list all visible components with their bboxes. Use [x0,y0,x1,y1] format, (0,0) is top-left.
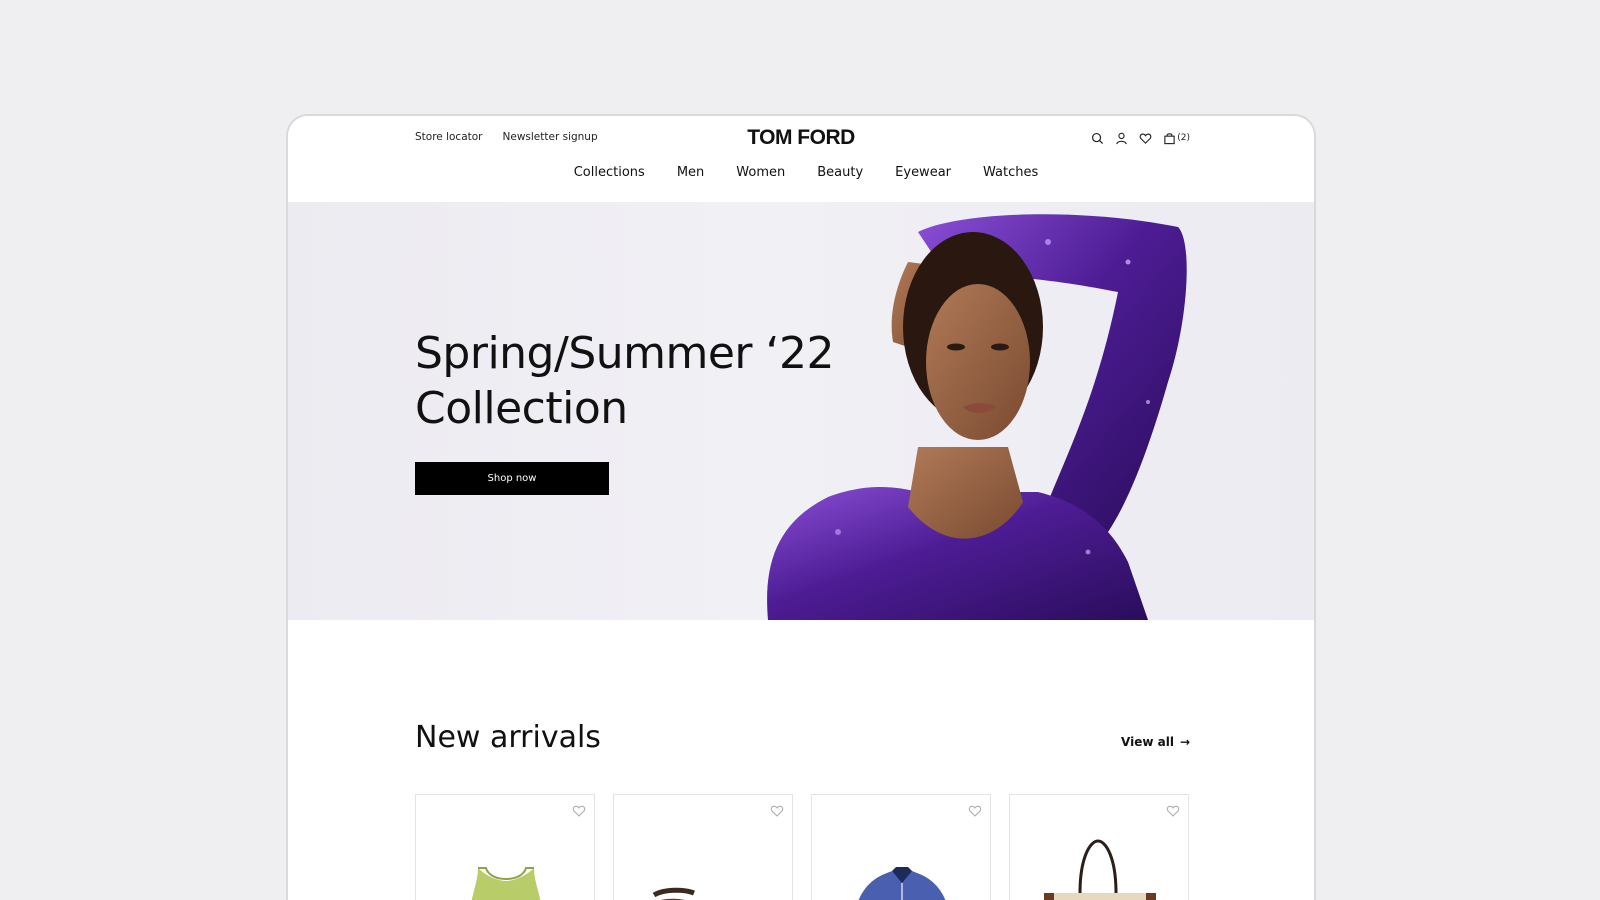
browser-frame: Store locator Newsletter signup TOM FORD… [286,114,1316,900]
view-all-label: View all [1121,735,1174,749]
nav-item-watches[interactable]: Watches [983,165,1038,180]
arrow-right-icon: → [1179,735,1190,749]
site-header: Store locator Newsletter signup TOM FORD… [288,116,1314,202]
user-icon[interactable] [1114,131,1128,145]
wishlist-heart-icon[interactable] [572,803,586,817]
nav-item-collections[interactable]: Collections [574,165,645,180]
cart-count: (2) [1177,133,1190,143]
heart-icon[interactable] [1138,131,1152,145]
nav-item-men[interactable]: Men [677,165,704,180]
view-all-link[interactable]: View all → [1121,735,1190,749]
wishlist-heart-icon[interactable] [1166,803,1180,817]
product-image-bracelet [652,887,695,900]
product-card[interactable] [613,794,793,900]
bag-icon [1162,131,1176,145]
product-card[interactable] [811,794,991,900]
product-card[interactable] [415,794,595,900]
product-image-jacket [858,867,946,900]
new-arrivals-title: New arrivals [415,720,601,755]
main-nav: Collections Men Women Beauty Eyewear Wat… [288,165,1314,180]
product-image-tank-top [471,867,541,900]
shop-now-button[interactable]: Shop now [415,462,609,495]
nav-item-women[interactable]: Women [736,165,785,180]
product-image-tote [1044,839,1156,900]
cart-button[interactable]: (2) [1162,131,1190,145]
nav-item-beauty[interactable]: Beauty [817,165,863,180]
product-grid [415,794,1189,900]
product-card[interactable] [1009,794,1189,900]
hero-model-image [767,214,1187,620]
wishlist-heart-icon[interactable] [770,803,784,817]
search-icon[interactable] [1090,131,1104,145]
hero-banner: Spring/Summer ‘22 Collection Shop now [288,202,1314,620]
header-icons: (2) [1090,131,1190,145]
wishlist-heart-icon[interactable] [968,803,982,817]
nav-item-eyewear[interactable]: Eyewear [895,165,951,180]
